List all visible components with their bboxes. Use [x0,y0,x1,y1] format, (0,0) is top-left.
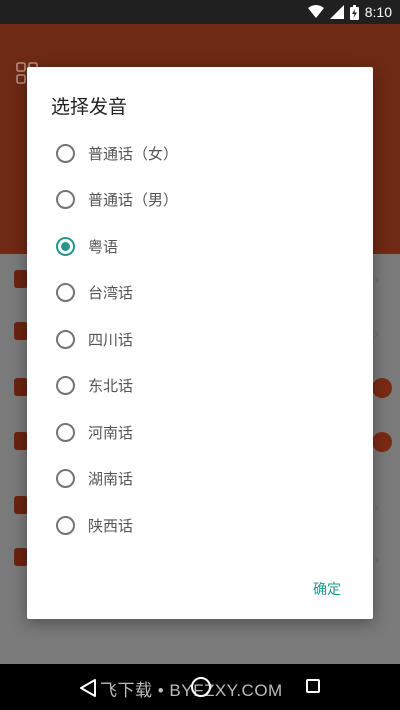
option-label: 东北话 [88,377,134,396]
status-icons: 8:10 [307,0,392,24]
option-mandarin-female[interactable]: 普通话（女） [27,130,373,177]
fire-icon [14,548,28,566]
option-hunan[interactable]: 湖南话 [27,456,373,503]
recent-apps-icon[interactable] [306,679,320,693]
toggle-switch [372,378,392,398]
option-label: 普通话（男） [88,191,179,210]
chevron-right-icon: › [373,270,380,289]
toggle-switch [372,432,392,452]
layout-icon [14,322,28,340]
speaker-icon [14,270,28,288]
chevron-right-icon: › [373,498,380,517]
option-sichuanese[interactable]: 四川话 [27,316,373,363]
option-northeastern[interactable]: 东北话 [27,363,373,410]
option-label: 湖南话 [88,470,134,489]
pronunciation-options: 普通话（女） 普通话（男） 粤语 台湾话 四川话 东北话 河南话 湖南话 陕西话 [27,130,373,549]
radio-unchecked-icon[interactable] [56,143,75,163]
radio-unchecked-icon[interactable] [56,515,75,535]
radio-unchecked-icon[interactable] [56,422,75,442]
phone-icon [14,378,28,396]
option-label: 河南话 [88,423,134,442]
status-bar: 8:10 [0,0,400,24]
option-taiwanese[interactable]: 台湾话 [27,270,373,317]
navigation-bar: 飞下载 • BYFZXY.COM [0,664,400,710]
option-label: 陕西话 [88,516,134,535]
pronunciation-dialog: 选择发音 普通话（女） 普通话（男） 粤语 台湾话 四川话 东北话 河南话 湖南… [27,67,373,619]
radio-unchecked-icon[interactable] [56,283,75,303]
back-icon[interactable] [79,678,97,698]
option-cantonese[interactable]: 粤语 [27,223,373,270]
feedback-icon [14,496,28,514]
ok-button[interactable]: 确定 [313,579,341,599]
option-henan[interactable]: 河南话 [27,409,373,456]
clipboard-icon [14,432,28,450]
chevron-right-icon: › [373,324,380,343]
battery-icon [349,4,359,20]
option-label: 台湾话 [88,284,134,303]
radio-unchecked-icon[interactable] [56,469,75,489]
option-label: 四川话 [88,330,134,349]
wifi-icon [307,5,324,18]
status-time: 8:10 [364,4,392,20]
option-mandarin-male[interactable]: 普通话（男） [27,177,373,224]
radio-unchecked-icon[interactable] [56,329,75,349]
home-icon[interactable] [191,677,211,697]
radio-unchecked-icon[interactable] [56,190,75,210]
option-label: 粤语 [88,237,119,256]
radio-unchecked-icon[interactable] [56,376,75,396]
signal-icon [329,5,344,19]
dialog-title: 选择发音 [51,96,128,118]
radio-checked-icon[interactable] [56,236,75,256]
option-label: 普通话（女） [88,144,179,163]
option-shaanxi[interactable]: 陕西话 [27,502,373,549]
chevron-right-icon: › [373,550,380,569]
